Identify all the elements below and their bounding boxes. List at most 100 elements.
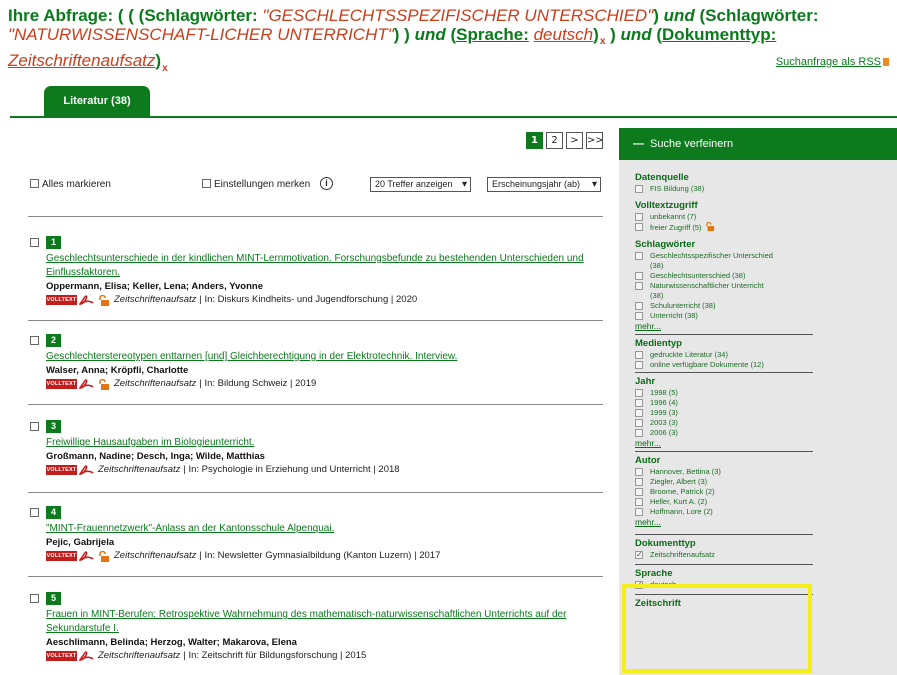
- facet-checkbox[interactable]: [635, 468, 643, 476]
- mark-all-control[interactable]: Alles markieren: [30, 179, 111, 190]
- facet-option[interactable]: Unterricht (38): [635, 311, 813, 321]
- facet-checkbox[interactable]: [635, 429, 643, 437]
- result-checkbox[interactable]: [30, 238, 39, 247]
- refine-search-toggle[interactable]: — Suche verfeinern: [619, 128, 897, 160]
- pdf-icon[interactable]: [79, 551, 94, 561]
- facet-checkbox[interactable]: [635, 361, 643, 369]
- volltext-badge[interactable]: VOLLTEXT: [46, 465, 77, 475]
- result-source: | In: Diskurs Kindheits- und Jugendforsc…: [199, 294, 418, 305]
- volltext-badge[interactable]: VOLLTEXT: [46, 651, 77, 661]
- facet-option[interactable]: Geschlechtsunterschied (38): [635, 271, 813, 281]
- facet-option[interactable]: deutsch: [635, 580, 813, 590]
- facet-option[interactable]: Heller, Kurt A. (2): [635, 497, 813, 507]
- result-doc-type: Zeitschriftenaufsatz: [98, 650, 181, 661]
- query-summary: Ihre Abfrage: ( ( (Schlagwörter: "GESCHL…: [8, 6, 819, 74]
- rss-icon: [883, 58, 889, 66]
- facet-option[interactable]: 1999 (3): [635, 408, 813, 418]
- refine-search-sidebar: — Suche verfeinern Datenquelle FIS Bildun…: [619, 128, 897, 675]
- page-2-button[interactable]: 2: [546, 132, 563, 149]
- facet-title: Medientyp: [635, 338, 682, 349]
- result-authors: Oppermann, Elisa; Keller, Lena; Anders, …: [46, 281, 263, 292]
- save-settings-control[interactable]: Einstellungen merken: [202, 179, 310, 190]
- results-per-page-select[interactable]: 20 Treffer anzeigen: [370, 177, 471, 192]
- facet-option[interactable]: online verfügbare Dokumente (12): [635, 360, 813, 370]
- facet-option[interactable]: Schulunterricht (38): [635, 301, 813, 311]
- facet-option[interactable]: Geschlechtsspezifischer Unterschied: [635, 251, 813, 261]
- facet-option[interactable]: Naturwissenschaftlicher Unterricht: [635, 281, 813, 291]
- mark-all-checkbox[interactable]: [30, 179, 39, 188]
- facet-checkbox[interactable]: [635, 282, 643, 290]
- info-icon[interactable]: i: [320, 177, 333, 190]
- rss-link[interactable]: Suchanfrage als RSS: [776, 56, 889, 68]
- facet-option[interactable]: gedruckte Literatur (34): [635, 350, 813, 360]
- facet-option[interactable]: Hoffmann, Lore (2): [635, 507, 813, 517]
- facet-option[interactable]: freier Zugriff (5): [635, 221, 813, 233]
- facet-title: Volltextzugriff: [635, 200, 698, 211]
- result-title-link[interactable]: Geschlechterstereotypen enttarnen [und] …: [46, 350, 600, 364]
- volltext-badge[interactable]: VOLLTEXT: [46, 295, 77, 305]
- result-title-link[interactable]: Geschlechtsunterschiede in der kindliche…: [46, 252, 600, 280]
- tab-literatur[interactable]: Literatur (38): [44, 86, 150, 116]
- facet-checkbox-checked[interactable]: [635, 550, 643, 560]
- facet-checkbox[interactable]: [635, 419, 643, 427]
- facet-checkbox[interactable]: [635, 302, 643, 310]
- facet-option[interactable]: unbekannt (7): [635, 212, 813, 222]
- facet-option[interactable]: Zeitschriftenaufsatz: [635, 550, 813, 560]
- facet-checkbox[interactable]: [635, 213, 643, 221]
- volltext-badge[interactable]: VOLLTEXT: [46, 551, 77, 561]
- sort-select[interactable]: Erscheinungsjahr (ab): [487, 177, 601, 192]
- volltext-badge[interactable]: VOLLTEXT: [46, 379, 77, 389]
- facet-checkbox-checked[interactable]: [635, 580, 643, 590]
- pdf-icon[interactable]: [79, 651, 94, 661]
- query-language-filter[interactable]: Sprache:: [456, 25, 529, 44]
- facet-checkbox[interactable]: [635, 488, 643, 496]
- more-link[interactable]: mehr...: [635, 517, 813, 528]
- facet-checkbox[interactable]: [635, 272, 643, 280]
- query-doctype-value[interactable]: Zeitschriftenaufsatz: [8, 51, 155, 70]
- result-title-link[interactable]: Freiwillige Hausaufgaben im Biologieunte…: [46, 436, 600, 450]
- facet-checkbox[interactable]: [635, 409, 643, 417]
- more-link[interactable]: mehr...: [635, 438, 813, 449]
- result-title-link[interactable]: "MINT-Frauennetzwerk"-Anlass an der Kant…: [46, 522, 600, 536]
- result-checkbox[interactable]: [30, 594, 39, 603]
- result-checkbox[interactable]: [30, 508, 39, 517]
- facet-option[interactable]: 1996 (4): [635, 398, 813, 408]
- facet-checkbox[interactable]: [635, 312, 643, 320]
- facet-checkbox[interactable]: [635, 389, 643, 397]
- facet-checkbox[interactable]: [635, 399, 643, 407]
- facet-option[interactable]: Broome, Patrick (2): [635, 487, 813, 497]
- query-language-value[interactable]: deutsch: [534, 25, 594, 44]
- facet-checkbox[interactable]: [635, 252, 643, 260]
- pdf-icon[interactable]: [79, 295, 94, 305]
- facet-checkbox[interactable]: [635, 478, 643, 486]
- remove-doctype-filter-button[interactable]: x: [162, 63, 168, 74]
- result-checkbox[interactable]: [30, 422, 39, 431]
- result-source: | In: Bildung Schweiz | 2019: [199, 378, 317, 389]
- facet-checkbox[interactable]: [635, 351, 643, 359]
- query-doctype-filter[interactable]: Dokumenttyp:: [662, 25, 776, 44]
- last-page-button[interactable]: >>: [586, 132, 604, 149]
- result-authors: Großmann, Nadine; Desch, Inga; Wilde, Ma…: [46, 451, 265, 462]
- more-link[interactable]: mehr...: [635, 321, 813, 332]
- facet-option[interactable]: 2006 (3): [635, 428, 813, 438]
- facet-checkbox[interactable]: [635, 185, 643, 193]
- facet-option[interactable]: Hannover, Bettina (3): [635, 467, 813, 477]
- result-doc-type: Zeitschriftenaufsatz: [114, 294, 197, 305]
- facet-option[interactable]: 2003 (3): [635, 418, 813, 428]
- facet-option[interactable]: FIS Bildung (38): [635, 184, 813, 194]
- save-settings-checkbox[interactable]: [202, 179, 211, 188]
- pdf-icon[interactable]: [79, 379, 94, 389]
- next-page-button[interactable]: >: [566, 132, 583, 149]
- result-doc-type: Zeitschriftenaufsatz: [98, 464, 181, 475]
- result-checkbox[interactable]: [30, 336, 39, 345]
- result-source: | In: Newsletter Gymnasialbildung (Kanto…: [199, 550, 441, 561]
- result-title-link[interactable]: Frauen in MINT-Berufen: Retrospektive Wa…: [46, 608, 600, 636]
- facet-checkbox[interactable]: [635, 508, 643, 516]
- facet-option[interactable]: 1998 (5): [635, 388, 813, 398]
- result-meta: VOLLTEXT Zeitschriftenaufsatz | In: Disk…: [46, 293, 600, 307]
- facet-option[interactable]: Ziegler, Albert (3): [635, 477, 813, 487]
- page-1-button[interactable]: 1: [526, 132, 543, 149]
- facet-checkbox[interactable]: [635, 223, 643, 231]
- pdf-icon[interactable]: [79, 465, 94, 475]
- facet-checkbox[interactable]: [635, 498, 643, 506]
